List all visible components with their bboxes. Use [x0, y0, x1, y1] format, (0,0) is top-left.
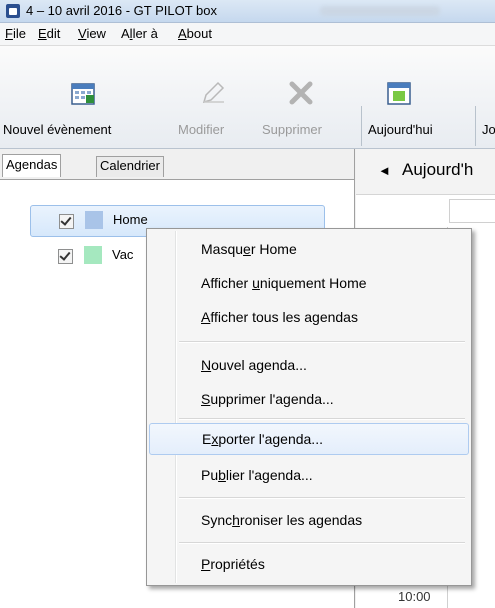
context-menu: Masquer Home Afficher uniquement Home Af… [146, 228, 472, 586]
calendar-label-home: Home [113, 212, 148, 227]
tab-agendas[interactable]: Agendas [2, 154, 62, 177]
app-icon [6, 4, 20, 18]
next-label: Jo [482, 122, 495, 137]
delete-button[interactable]: Supprimer [258, 46, 348, 146]
menu-separator [179, 418, 465, 420]
modify-button[interactable]: Modifier [174, 46, 254, 146]
menu-item-publish-agenda[interactable]: Publier l'agenda... [149, 460, 467, 490]
blurred-title-region [320, 6, 440, 16]
toolbar-separator [475, 106, 476, 146]
new-event-label: Nouvel évènement [3, 122, 112, 137]
menu-separator [179, 542, 465, 544]
prev-arrow-icon[interactable]: ◄ [378, 163, 391, 178]
date-nav-bar: ◄ Aujourd'h [356, 149, 495, 195]
calendar-add-icon [71, 83, 95, 105]
modify-label: Modifier [178, 122, 225, 137]
checkbox-home[interactable] [59, 214, 74, 229]
menu-item-sync-agendas[interactable]: Synchroniser les agendas [149, 505, 467, 535]
next-button[interactable]: Jo [478, 46, 495, 146]
menu-item-show-only-home[interactable]: Afficher uniquement Home [149, 268, 467, 298]
color-swatch-home [85, 211, 103, 229]
title-bar: 4 – 10 avril 2016 - GT PILOT box [0, 0, 495, 23]
menu-edit[interactable]: Edit [38, 26, 60, 41]
menu-separator [179, 341, 465, 343]
menu-separator [179, 497, 465, 499]
menu-item-show-all-agendas[interactable]: Afficher tous les agendas [149, 302, 467, 332]
day-header [449, 199, 495, 223]
today-label: Aujourd'hui [368, 122, 433, 137]
calendar-today-icon [387, 82, 411, 105]
checkbox-vac[interactable] [58, 249, 73, 264]
menu-about[interactable]: About [178, 26, 212, 41]
menu-item-export-agenda[interactable]: Exporter l'agenda... [149, 423, 469, 455]
new-event-button[interactable]: Nouvel évènement [0, 46, 168, 146]
menu-bar: File Edit View Aller à About [0, 23, 495, 46]
toolbar: Nouvel évènement Modifier Supprimer Aujo… [0, 46, 495, 149]
today-button[interactable]: Aujourd'hui [364, 46, 474, 146]
delete-x-icon [289, 81, 313, 105]
time-label: 10:00 [398, 589, 431, 604]
delete-label: Supprimer [262, 122, 322, 137]
menu-item-new-agenda[interactable]: Nouvel agenda... [149, 350, 467, 380]
menu-goto[interactable]: Aller à [121, 26, 158, 41]
menu-item-hide-home[interactable]: Masquer Home [149, 234, 467, 264]
panel-tabs: Agendas Calendrier [0, 149, 354, 180]
menu-view[interactable]: View [78, 26, 106, 41]
color-swatch-vac [84, 246, 102, 264]
calendar-label-vac: Vac [112, 247, 134, 262]
menu-item-delete-agenda[interactable]: Supprimer l'agenda... [149, 384, 467, 414]
pencil-icon [202, 81, 225, 104]
today-nav-label[interactable]: Aujourd'h [402, 160, 473, 180]
tab-calendar[interactable]: Calendrier [96, 156, 164, 177]
toolbar-separator [361, 106, 362, 146]
menu-item-properties[interactable]: Propriétés [149, 549, 467, 579]
window-title: 4 – 10 avril 2016 - GT PILOT box [26, 3, 218, 18]
menu-file[interactable]: File [5, 26, 26, 41]
